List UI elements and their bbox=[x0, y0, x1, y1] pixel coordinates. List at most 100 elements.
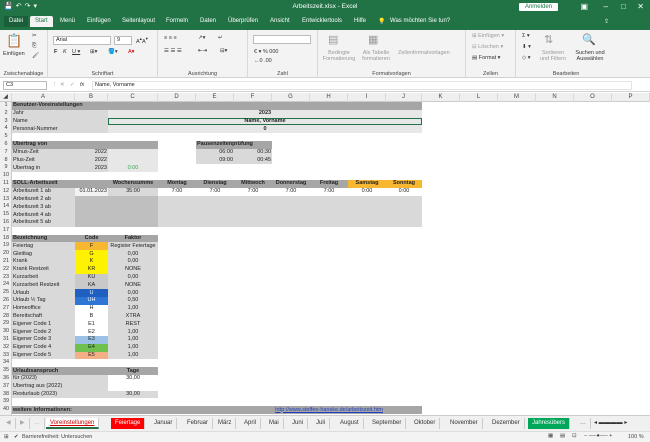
row-header[interactable]: 11 bbox=[0, 180, 12, 187]
sheet-tab-oktober[interactable]: Oktober bbox=[410, 418, 441, 429]
cell[interactable]: 7:00 bbox=[272, 188, 310, 195]
wrap-text-icon[interactable]: ↵ bbox=[218, 35, 223, 41]
cell[interactable]: SOLL-Arbeitszeit bbox=[12, 180, 75, 187]
row-header[interactable]: 31 bbox=[0, 336, 12, 343]
col-header-a[interactable]: A bbox=[12, 93, 75, 102]
code-name[interactable]: Eigener Code 5 bbox=[12, 352, 75, 359]
row-header[interactable]: 30 bbox=[0, 328, 12, 335]
sheet-scroll-left-icon[interactable]: ◀ bbox=[2, 418, 16, 429]
col-header-f[interactable]: F bbox=[234, 93, 272, 102]
sheet-tab-september[interactable]: September bbox=[368, 418, 407, 429]
tab-formeln[interactable]: Formeln bbox=[166, 18, 188, 24]
code-name[interactable]: Feiertag bbox=[12, 243, 75, 250]
col-header-d[interactable]: D bbox=[158, 93, 196, 102]
conditional-format-icon[interactable]: ▤ bbox=[328, 33, 338, 46]
row-header[interactable]: 2 bbox=[0, 110, 12, 117]
row-header[interactable]: 38 bbox=[0, 391, 12, 398]
sheet-tab-november[interactable]: November bbox=[446, 418, 483, 429]
cell[interactable]: 0:00 bbox=[386, 188, 422, 195]
col-header-c[interactable]: C bbox=[108, 93, 158, 102]
row-header[interactable]: 28 bbox=[0, 313, 12, 320]
code-factor[interactable]: 0,00 bbox=[108, 290, 158, 297]
sheet-tab-dezember[interactable]: Dezember bbox=[488, 418, 525, 429]
code-value[interactable]: K bbox=[75, 258, 108, 265]
cell[interactable]: Mittwoch bbox=[234, 180, 272, 187]
cell[interactable]: 7:00 bbox=[234, 188, 272, 195]
row-header[interactable]: 5 bbox=[0, 133, 12, 140]
code-value[interactable]: E2 bbox=[75, 329, 108, 336]
cell[interactable]: 09:00 bbox=[196, 157, 234, 164]
row-header[interactable]: 10 bbox=[0, 172, 12, 179]
paste-button[interactable]: Einfügen bbox=[3, 51, 25, 57]
code-factor[interactable]: 1,00 bbox=[108, 336, 158, 343]
underline-button[interactable]: U ▾ bbox=[72, 49, 80, 55]
ribbon-display-icon[interactable]: ▣ bbox=[580, 2, 588, 11]
row-header[interactable]: 3 bbox=[0, 118, 12, 125]
code-value[interactable]: H bbox=[75, 305, 108, 312]
sheet-tab-juli[interactable]: Juli bbox=[312, 418, 331, 429]
code-name[interactable]: Gleittag bbox=[12, 251, 75, 258]
copy-icon[interactable]: ⎘ bbox=[32, 43, 36, 50]
cell[interactable]: Übertrag aus (2022) bbox=[12, 383, 75, 390]
font-color-icon[interactable]: A▾ bbox=[128, 49, 134, 55]
code-factor[interactable]: NONE bbox=[108, 282, 158, 289]
row-header[interactable]: 20 bbox=[0, 250, 12, 257]
col-header-o[interactable]: O bbox=[574, 93, 612, 102]
info-link[interactable]: http://www.steffen-hanske.de/arbeitszeit… bbox=[272, 407, 384, 414]
cell[interactable]: 01.01.2023 bbox=[75, 188, 108, 195]
indent-icon[interactable]: ⇤⇥ bbox=[198, 48, 207, 54]
code-value[interactable]: KA bbox=[75, 282, 108, 289]
merge-icon[interactable]: ⊟▾ bbox=[220, 48, 227, 54]
cell[interactable]: Code bbox=[75, 235, 108, 242]
tab-start[interactable]: Start bbox=[30, 16, 53, 27]
format-as-table-icon[interactable]: ▦ bbox=[368, 33, 378, 46]
cell[interactable]: Übertrag von bbox=[12, 141, 75, 148]
col-header-j[interactable]: J bbox=[386, 93, 422, 102]
view-normal-icon[interactable]: ▦ bbox=[548, 433, 553, 439]
col-header-e[interactable]: E bbox=[196, 93, 234, 102]
cell[interactable]: 7:00 bbox=[196, 188, 234, 195]
row-header[interactable]: 36 bbox=[0, 375, 12, 382]
sheet-tab-juni[interactable]: Juni bbox=[288, 418, 309, 429]
col-header-m[interactable]: M bbox=[498, 93, 536, 102]
row-header[interactable]: 8 bbox=[0, 157, 12, 164]
tab-menu[interactable]: Menü bbox=[60, 18, 75, 24]
row-header[interactable]: 6 bbox=[0, 141, 12, 148]
cell[interactable]: Arbeitszeit 1 ab bbox=[12, 188, 75, 195]
row-header[interactable]: 18 bbox=[0, 235, 12, 242]
orientation-icon[interactable]: ↗▾ bbox=[198, 35, 205, 41]
cell[interactable]: Faktor bbox=[108, 235, 158, 242]
row-header[interactable]: 12 bbox=[0, 188, 12, 195]
cell[interactable]: 0 bbox=[108, 126, 422, 133]
row-header[interactable]: 37 bbox=[0, 383, 12, 390]
row-header[interactable]: 7 bbox=[0, 149, 12, 156]
code-name[interactable]: Kurzarbeit Restzeit bbox=[12, 282, 75, 289]
cell-c3-selected[interactable]: Name, Vorname bbox=[108, 118, 422, 125]
view-pagebreak-icon[interactable]: ⊡ bbox=[572, 433, 577, 439]
cell[interactable]: 2023 bbox=[75, 165, 108, 172]
code-name[interactable]: Urlaub ½ Tag bbox=[12, 297, 75, 304]
code-factor[interactable]: XTRA bbox=[108, 313, 158, 320]
row-header[interactable]: 14 bbox=[0, 203, 12, 210]
code-value[interactable]: UH bbox=[75, 297, 108, 304]
row-header[interactable]: 9 bbox=[0, 164, 12, 171]
name-box-dropdown-icon[interactable]: ⋮ bbox=[52, 82, 58, 88]
code-value[interactable]: E4 bbox=[75, 344, 108, 351]
font-size-select[interactable]: 9 bbox=[114, 36, 132, 45]
cell-styles-button[interactable]: Zellenformatvorlagen bbox=[398, 50, 450, 56]
find-select-icon[interactable]: 🔍 bbox=[582, 33, 596, 46]
sheet-tab-maerz[interactable]: März bbox=[214, 418, 237, 429]
font-name-select[interactable]: Arial bbox=[53, 36, 111, 45]
row-header[interactable]: 26 bbox=[0, 297, 12, 304]
cell[interactable]: 2022 bbox=[75, 157, 108, 164]
format-painter-icon[interactable]: 🖌 bbox=[32, 53, 39, 59]
sheet-tab-april[interactable]: April bbox=[240, 418, 262, 429]
cell[interactable]: 30,00 bbox=[108, 391, 158, 398]
signin-button[interactable]: Anmelden bbox=[518, 3, 558, 11]
select-all-corner[interactable]: ◢ bbox=[0, 93, 12, 102]
cell[interactable]: 30,00 bbox=[108, 375, 158, 382]
code-value[interactable]: G bbox=[75, 251, 108, 258]
code-factor[interactable]: 0,00 bbox=[108, 274, 158, 281]
align-top-icon[interactable]: ≡ ≡ ≡ bbox=[164, 35, 177, 41]
confirm-formula-icon[interactable]: ✓ bbox=[70, 82, 75, 88]
